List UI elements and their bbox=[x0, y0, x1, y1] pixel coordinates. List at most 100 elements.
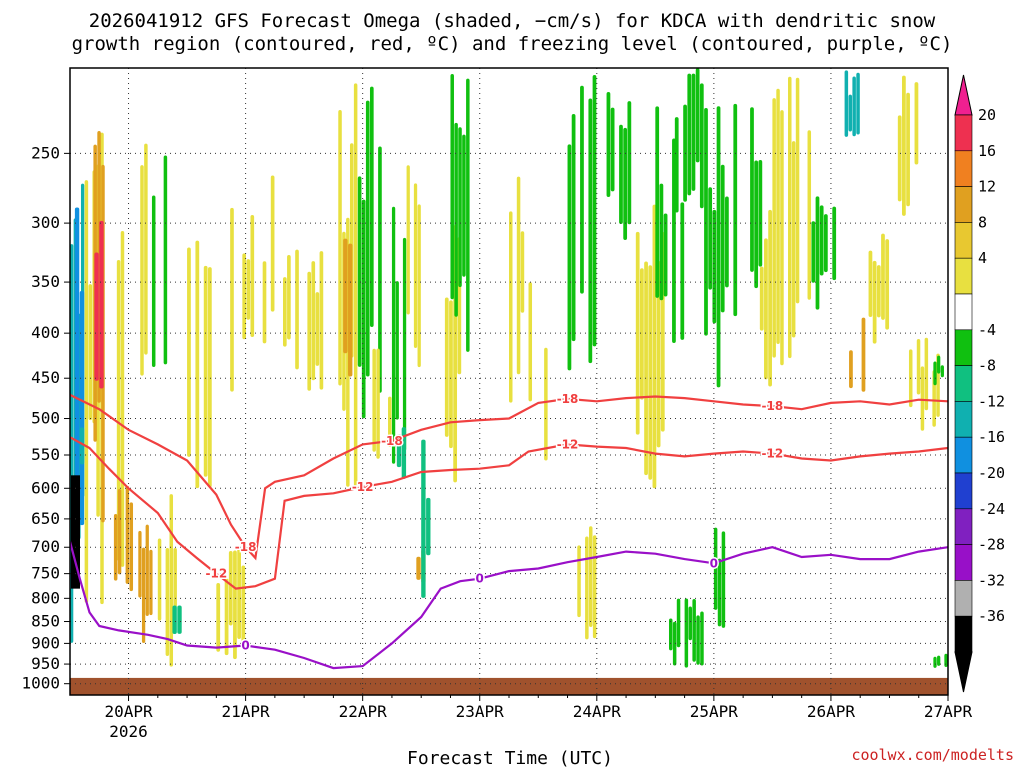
omega-cell bbox=[315, 292, 320, 366]
omega-cell bbox=[172, 605, 177, 635]
omega-cell bbox=[819, 205, 824, 276]
omega-cell bbox=[721, 531, 726, 628]
omega-cell bbox=[262, 261, 267, 344]
omega-cell bbox=[844, 70, 849, 137]
contour-label: -18 bbox=[235, 540, 257, 554]
omega-cell bbox=[881, 233, 885, 320]
omega-cell bbox=[754, 160, 759, 289]
omega-cell bbox=[832, 206, 837, 281]
colorbar-label: -16 bbox=[978, 428, 1005, 446]
chart-title-line1: 2026041912 GFS Forecast Omega (shaded, −… bbox=[89, 10, 936, 32]
colorbar-segment bbox=[954, 436, 973, 474]
omega-cell bbox=[544, 347, 548, 461]
omega-cell bbox=[933, 361, 937, 386]
y-tick-label: 400 bbox=[31, 323, 60, 342]
omega-cell bbox=[357, 176, 362, 367]
omega-cell bbox=[674, 117, 679, 213]
omega-cell bbox=[509, 211, 513, 403]
y-tick-label: 950 bbox=[31, 654, 60, 673]
omega-cell bbox=[655, 106, 660, 298]
colorbar-label: -8 bbox=[978, 357, 996, 375]
y-tick-label: 500 bbox=[31, 409, 60, 428]
colorbar-segment bbox=[954, 329, 973, 366]
omega-cell bbox=[458, 127, 462, 288]
x-tick-label: 25APR bbox=[690, 702, 739, 721]
omega-cell bbox=[88, 284, 93, 421]
omega-cell bbox=[695, 68, 700, 163]
omega-cell bbox=[688, 606, 693, 641]
omega-cell bbox=[868, 250, 873, 317]
omega-cell bbox=[914, 82, 919, 165]
contour-label: -18 bbox=[557, 392, 579, 406]
omega-cell bbox=[228, 550, 233, 626]
omega-cell bbox=[920, 366, 925, 431]
meteogram-chart: 2026041912 GFS Forecast Omega (shaded, −… bbox=[21, 10, 1014, 768]
x-tick-sublabel: 2026 bbox=[109, 722, 148, 741]
omega-cell bbox=[177, 605, 182, 634]
colorbar-label: 12 bbox=[978, 178, 996, 196]
omega-cell bbox=[592, 75, 597, 347]
omega-cell bbox=[195, 240, 200, 489]
omega-cell bbox=[372, 348, 376, 452]
colorbar-label: 4 bbox=[978, 249, 987, 267]
omega-cell bbox=[417, 204, 421, 368]
y-tick-label: 900 bbox=[31, 633, 60, 652]
colorbar-label: 8 bbox=[978, 213, 987, 231]
omega-cell bbox=[250, 215, 255, 337]
omega-cell bbox=[610, 107, 615, 192]
chart-title-line2: growth region (contoured, red, ºC) and f… bbox=[72, 33, 953, 55]
omega-cell bbox=[353, 83, 358, 490]
omega-cell bbox=[444, 297, 449, 437]
colorbar-segment bbox=[954, 257, 973, 295]
omega-cell bbox=[421, 439, 426, 598]
omega-cell bbox=[788, 76, 792, 359]
colorbar-segment bbox=[954, 544, 973, 581]
omega-cell bbox=[246, 259, 251, 320]
omega-cell bbox=[716, 106, 721, 388]
contour-label: -18 bbox=[762, 399, 784, 413]
omega-cell bbox=[528, 282, 533, 402]
x-tick-label: 22APR bbox=[339, 702, 388, 721]
x-tick-label: 21APR bbox=[222, 702, 271, 721]
omega-cell bbox=[720, 164, 725, 313]
x-tick-label: 27APR bbox=[924, 702, 973, 721]
omega-cell bbox=[876, 265, 881, 318]
omega-cell bbox=[585, 536, 589, 640]
omega-cell bbox=[187, 247, 191, 457]
omega-cell bbox=[416, 556, 421, 580]
omega-cell bbox=[659, 183, 664, 301]
omega-cell bbox=[282, 277, 287, 347]
colorbar-top-arrow bbox=[954, 74, 973, 116]
omega-cell bbox=[795, 77, 800, 304]
surface-ground bbox=[70, 677, 948, 695]
omega-cell bbox=[571, 113, 576, 342]
omega-cell bbox=[466, 78, 470, 352]
y-tick-label: 850 bbox=[31, 612, 60, 631]
contour-label: -12 bbox=[762, 447, 784, 461]
omega-cell bbox=[580, 85, 584, 294]
omega-cell bbox=[937, 355, 941, 374]
omega-cell bbox=[640, 268, 644, 400]
credit-link[interactable]: coolwx.com/modelts bbox=[851, 746, 1014, 764]
colorbar-segment bbox=[954, 580, 973, 617]
y-tick-label: 700 bbox=[31, 537, 60, 556]
omega-cell bbox=[940, 365, 944, 378]
omega-cell bbox=[691, 73, 696, 191]
omega-cell bbox=[668, 618, 673, 651]
omega-cell bbox=[395, 281, 399, 420]
omega-cell bbox=[776, 88, 780, 345]
omega-cell bbox=[750, 107, 754, 272]
x-tick-label: 26APR bbox=[807, 702, 856, 721]
omega-cell bbox=[230, 207, 234, 392]
omega-cell bbox=[99, 220, 104, 389]
contour-label: 0 bbox=[241, 639, 249, 653]
omega-cell bbox=[592, 535, 597, 639]
omega-cell bbox=[151, 195, 156, 367]
contour-label: -18 bbox=[381, 434, 403, 448]
y-tick-label: 250 bbox=[31, 143, 60, 162]
plot-area: -18 -18 -18 -18 -12 -12 -12 -12 0 0 0 bbox=[69, 67, 949, 696]
omega-cell bbox=[712, 209, 717, 324]
y-tick-label: 1000 bbox=[21, 674, 60, 693]
omega-cell bbox=[704, 107, 708, 336]
omega-cell bbox=[216, 582, 221, 652]
